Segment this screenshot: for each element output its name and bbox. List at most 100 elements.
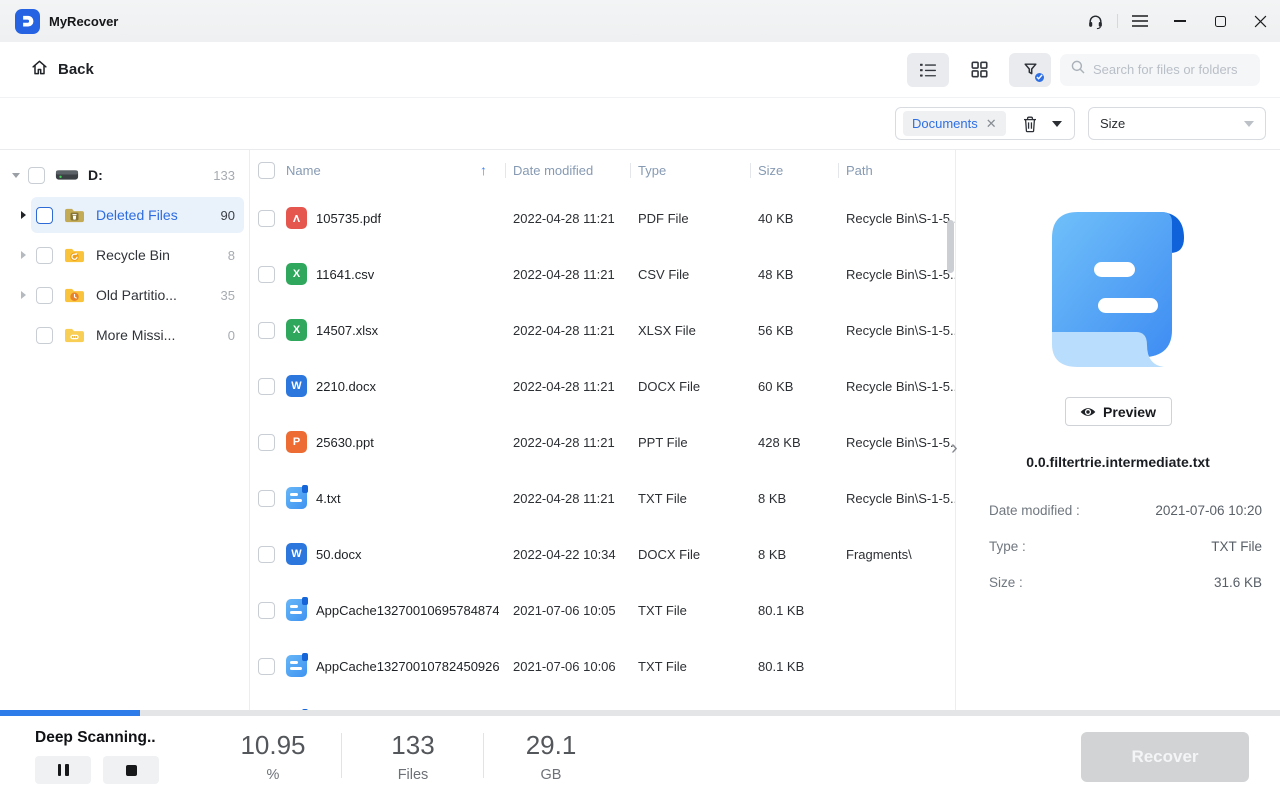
file-size: 60 KB (758, 378, 794, 394)
row-checkbox[interactable] (258, 209, 275, 227)
row-checkbox[interactable] (258, 489, 275, 507)
txt-file-icon (286, 597, 308, 621)
preview-button-label: Preview (1103, 403, 1156, 420)
sort-ascending-icon[interactable]: ↑ (480, 162, 487, 178)
selected-file-name: 0.0.filtertrie.intermediate.txt (1026, 454, 1210, 470)
file-row[interactable]: AppCache132700107824362023.txt2021-07-06… (250, 694, 955, 710)
file-row[interactable]: AppCache132700106957848744.txt 2021-07-06… (250, 582, 955, 638)
size-filter-dropdown[interactable]: Size (1088, 107, 1266, 140)
select-all-checkbox[interactable] (258, 161, 275, 179)
row-checkbox[interactable] (258, 433, 275, 451)
tree-item-label: Deleted Files (96, 207, 178, 223)
search-box[interactable] (1060, 53, 1260, 86)
caret-right-icon[interactable] (16, 251, 31, 259)
stat-size: 29.1 GB (525, 730, 577, 783)
pdf-file-icon (286, 207, 307, 229)
home-icon (30, 58, 49, 82)
file-row[interactable]: X 11641.csv 2022-04-28 11:21 CSV File 48 KB R… (250, 246, 955, 302)
filter-button[interactable] (1009, 52, 1051, 87)
tree-checkbox[interactable] (36, 246, 53, 264)
collapse-panel-chevron-icon[interactable]: › (951, 438, 958, 458)
caret-down-icon[interactable] (8, 172, 23, 178)
file-name: 2210.docx (316, 378, 376, 394)
maximize-button[interactable] (1200, 0, 1240, 42)
filter-row: Documents ✕ Size (0, 98, 1280, 150)
filter-active-check-icon (1034, 71, 1045, 83)
file-path: Fragments\ (846, 546, 912, 562)
stat-percent: 10.95 % (240, 730, 306, 783)
column-header-size[interactable]: Size (750, 162, 838, 178)
stat-files: 133 Files (391, 730, 435, 783)
clear-filters-trash-icon[interactable] (1022, 115, 1038, 133)
preview-button[interactable]: Preview (1064, 397, 1172, 426)
file-name: AppCache132700107824509269.txt (316, 658, 499, 674)
remove-filter-icon[interactable]: ✕ (986, 117, 997, 130)
tree-checkbox[interactable] (36, 286, 53, 304)
pause-scan-button[interactable] (35, 756, 91, 784)
filters-dropdown-caret-icon[interactable] (1052, 120, 1062, 127)
file-row[interactable]: P 25630.ppt 2022-04-28 11:21 PPT File 428 KB… (250, 414, 955, 470)
grid-view-button[interactable] (958, 53, 1000, 87)
tree-item-label: More Missi... (96, 327, 176, 343)
file-name: 14507.xlsx (316, 322, 379, 338)
list-view-button[interactable] (907, 52, 949, 87)
active-filters-group: Documents ✕ (895, 107, 1075, 140)
file-path: Recycle Bin\S-1-5... (846, 490, 955, 506)
file-path: Recycle Bin\S-1-5... (846, 266, 955, 282)
sidebar-item-recycle-bin[interactable]: Recycle Bin 8 (0, 235, 249, 275)
back-button[interactable]: Back (30, 58, 94, 82)
file-size: 80.1 KB (758, 658, 805, 674)
search-input[interactable] (1093, 62, 1250, 77)
file-row[interactable]: 4.txt 2022-04-28 11:21 TXT File 8 KB Recycle… (250, 470, 955, 526)
row-checkbox[interactable] (258, 657, 275, 675)
tree-item-label: D: (88, 167, 103, 183)
file-row[interactable]: W 50.docx 2022-04-22 10:34 DOCX File 8 KB Fra… (250, 526, 955, 582)
tree-checkbox[interactable] (28, 166, 45, 184)
file-type: TXT File (638, 602, 687, 618)
tree-checkbox[interactable] (36, 326, 53, 344)
menu-icon[interactable] (1120, 0, 1160, 42)
row-checkbox[interactable] (258, 321, 275, 339)
file-name: 4.txt (316, 490, 341, 506)
minimize-button[interactable] (1160, 0, 1200, 42)
file-type: XLSX File (638, 322, 696, 338)
sidebar-item-old-partitio[interactable]: Old Partitio... 35 (0, 275, 249, 315)
column-header-date-modified[interactable]: Date modified (505, 162, 630, 178)
tree-item-count: 35 (220, 287, 235, 303)
column-header-name[interactable]: Name ↑ (286, 162, 505, 178)
file-date: 2021-07-06 10:05 (513, 602, 616, 618)
column-header-type[interactable]: Type (630, 162, 750, 178)
sidebar-item-d[interactable]: D: 133 (0, 155, 249, 195)
file-row[interactable]: 105735.pdf 2022-04-28 11:21 PDF File 40 KB R… (250, 190, 955, 246)
row-checkbox[interactable] (258, 377, 275, 395)
column-header-path[interactable]: Path (838, 162, 955, 178)
filter-chip-documents[interactable]: Documents ✕ (903, 111, 1006, 136)
folder-more-icon (65, 328, 84, 342)
scan-status-text: Deep Scanning.. (35, 729, 156, 746)
tree-checkbox[interactable] (36, 206, 53, 224)
file-row[interactable]: AppCache132700107824509269.txt 2021-07-06… (250, 638, 955, 694)
sidebar-item-more-missi[interactable]: More Missi... 0 (0, 315, 249, 355)
size-dropdown-caret-icon (1244, 120, 1254, 127)
caret-right-icon[interactable] (16, 291, 31, 299)
file-name: 25630.ppt (316, 434, 374, 450)
file-type: DOCX File (638, 546, 701, 562)
file-path: Recycle Bin\S-1-5... (846, 210, 955, 226)
file-type: CSV File (638, 266, 690, 282)
recover-button[interactable]: Recover (1081, 732, 1249, 782)
close-button[interactable] (1240, 0, 1280, 42)
sidebar-item-deleted-files[interactable]: Deleted Files 90 (0, 195, 249, 235)
file-size: 8 KB (758, 546, 787, 562)
row-checkbox[interactable] (258, 601, 275, 619)
file-name: 11641.csv (316, 266, 375, 282)
file-size: 48 KB (758, 266, 794, 282)
vertical-scrollbar[interactable] (947, 220, 954, 273)
file-row[interactable]: X 14507.xlsx 2022-04-28 11:21 XLSX File 56 K… (250, 302, 955, 358)
row-checkbox[interactable] (258, 265, 275, 283)
support-headset-icon[interactable] (1075, 0, 1115, 42)
table-header: Name ↑ Date modified Type Size Path (250, 150, 955, 190)
row-checkbox[interactable] (258, 545, 275, 563)
stop-scan-button[interactable] (103, 756, 159, 784)
caret-right-icon[interactable] (16, 211, 31, 219)
file-row[interactable]: W 2210.docx 2022-04-28 11:21 DOCX File 60 KB… (250, 358, 955, 414)
